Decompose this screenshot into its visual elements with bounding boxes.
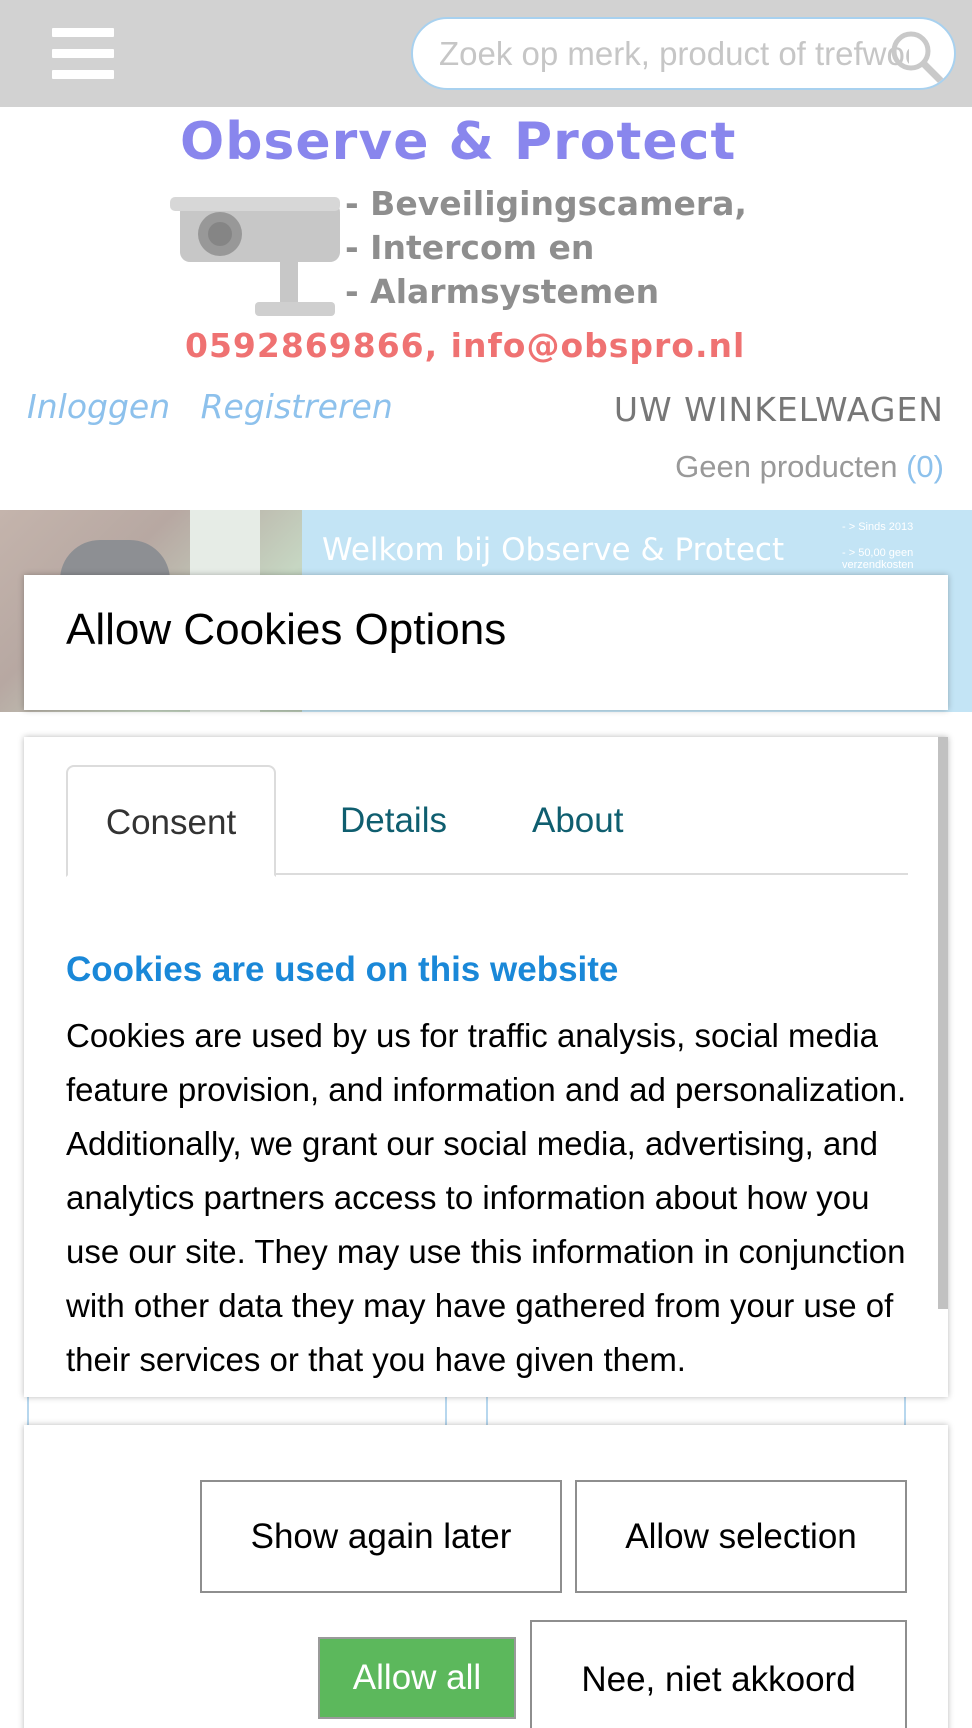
logo-contact: 0592869866, info@obspro.nl — [185, 326, 746, 365]
tab-consent[interactable]: Consent — [66, 765, 276, 877]
logo-line: - Beveiligingscamera, — [345, 184, 747, 223]
search-icon[interactable] — [887, 27, 947, 87]
camera-icon — [170, 197, 340, 316]
cookie-dialog-footer: Show again later Allow selection Allow a… — [24, 1425, 948, 1728]
scrollbar[interactable] — [938, 737, 948, 1309]
search-box[interactable] — [411, 17, 956, 90]
tab-details[interactable]: Details — [340, 765, 447, 877]
cookie-dialog-body: Consent Details About Cookies are used o… — [24, 737, 948, 1397]
tab-bar: Consent Details About — [66, 765, 908, 877]
section-title: Cookies are used on this website — [66, 950, 619, 989]
logo-tagline: - Beveiligingscamera, - Intercom en - Al… — [345, 182, 747, 314]
site-logo[interactable]: Observe & Protect - Beveiligingscamera, … — [160, 112, 810, 374]
section-text: Cookies are used by us for traffic analy… — [66, 1017, 907, 1378]
logo-title: Observe & Protect — [180, 112, 737, 172]
top-bar — [0, 0, 972, 107]
banner-welcome: Welkom bij Observe & Protect — [322, 532, 785, 568]
banner-shipping: - > 50,00 geen verzendkosten — [842, 547, 914, 571]
search-input[interactable] — [439, 31, 909, 77]
menu-icon[interactable] — [52, 28, 114, 80]
deny-button[interactable]: Nee, niet akkoord — [530, 1620, 907, 1728]
cart-status-text: Geen producten — [675, 449, 898, 484]
logo-line: - Intercom en — [345, 228, 595, 267]
allow-selection-button[interactable]: Allow selection — [575, 1480, 907, 1593]
cart-count: (0) — [906, 449, 944, 484]
cart-title[interactable]: UW WINKELWAGEN — [614, 390, 944, 429]
banner-since: - > Sinds 2013 — [842, 521, 914, 533]
dialog-title: Allow Cookies Options — [66, 605, 507, 654]
show-again-later-button[interactable]: Show again later — [200, 1480, 562, 1593]
login-link[interactable]: Inloggen — [27, 387, 170, 426]
register-link[interactable]: Registreren — [201, 387, 393, 426]
cart-status[interactable]: Geen producten (0) — [675, 449, 944, 485]
cookie-dialog-header: Allow Cookies Options — [24, 575, 948, 710]
tab-about[interactable]: About — [532, 765, 623, 877]
allow-all-button[interactable]: Allow all — [318, 1637, 516, 1719]
logo-line: - Alarmsystemen — [345, 272, 660, 311]
account-links: Inloggen Registreren — [27, 387, 413, 426]
